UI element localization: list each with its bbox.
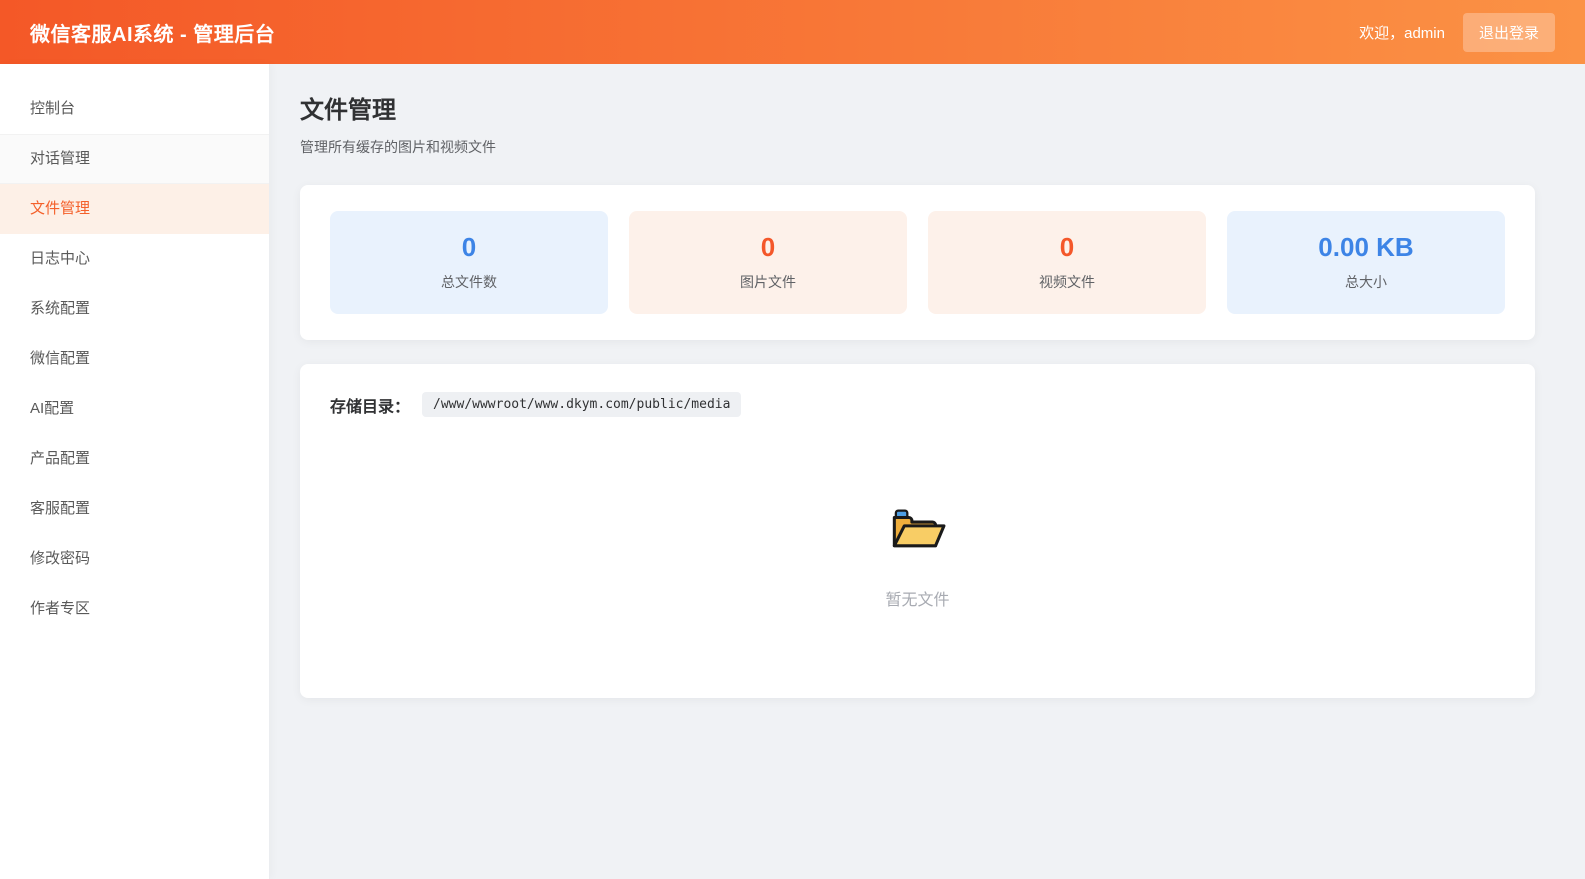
stats-card: 0 总文件数 0 图片文件 0 视频文件 0.00 KB 总大小 (300, 185, 1535, 340)
page-subtitle: 管理所有缓存的图片和视频文件 (300, 139, 496, 155)
stat-image-files: 0 图片文件 (629, 211, 907, 314)
empty-file-list: 暂无文件 (330, 417, 1505, 670)
app-title: 微信客服AI系统 - 管理后台 (30, 23, 276, 46)
sidebar-item-files[interactable]: 文件管理 (0, 184, 269, 234)
stat-image-files-value: 0 (760, 232, 776, 262)
sidebar-item-logs[interactable]: 日志中心 (0, 234, 269, 284)
stat-total-files: 0 总文件数 (330, 211, 608, 314)
sidebar-item-chat[interactable]: 对话管理 (0, 134, 269, 184)
stat-video-files-value: 0 (1059, 232, 1075, 262)
page-title: 文件管理 (300, 97, 396, 124)
stat-total-size-value: 0.00 KB (1318, 232, 1414, 262)
sidebar-item-dashboard[interactable]: 控制台 (0, 84, 269, 134)
stat-total-size-label: 总大小 (1345, 274, 1387, 290)
storage-directory-label: 存储目录： (330, 398, 411, 416)
stat-total-files-value: 0 (461, 232, 477, 262)
sidebar-item-product-config[interactable]: 产品配置 (0, 434, 269, 484)
app-header: 微信客服AI系统 - 管理后台 欢迎，admin 退出登录 (0, 0, 1585, 64)
welcome-text: 欢迎，admin (1359, 24, 1445, 42)
sidebar-item-password[interactable]: 修改密码 (0, 534, 269, 584)
stat-video-files-label: 视频文件 (1039, 274, 1095, 290)
stat-video-files: 0 视频文件 (928, 211, 1206, 314)
empty-file-text: 暂无文件 (885, 592, 950, 609)
stat-image-files-label: 图片文件 (740, 274, 796, 290)
open-folder-icon (892, 509, 945, 548)
stats-grid: 0 总文件数 0 图片文件 0 视频文件 0.00 KB 总大小 (330, 211, 1505, 314)
sidebar-item-author[interactable]: 作者专区 (0, 584, 269, 634)
main-content: 文件管理 管理所有缓存的图片和视频文件 0 总文件数 0 图片文件 0 视频文件… (270, 64, 1585, 879)
page-layout: 控制台 对话管理 文件管理 日志中心 系统配置 微信配置 AI配置 产品配置 客… (0, 64, 1585, 879)
stat-total-files-label: 总文件数 (441, 274, 497, 290)
sidebar-item-system-config[interactable]: 系统配置 (0, 284, 269, 334)
logout-button[interactable]: 退出登录 (1462, 12, 1555, 52)
sidebar-item-ai-config[interactable]: AI配置 (0, 384, 269, 434)
sidebar-nav: 控制台 对话管理 文件管理 日志中心 系统配置 微信配置 AI配置 产品配置 客… (0, 64, 270, 879)
header-user-area: 欢迎，admin 退出登录 (1359, 12, 1555, 52)
sidebar-item-service-config[interactable]: 客服配置 (0, 484, 269, 534)
storage-directory-row: 存储目录： /www/wwwroot/www.dkym.com/public/m… (330, 392, 1505, 417)
storage-directory-path: /www/wwwroot/www.dkym.com/public/media (422, 392, 742, 417)
files-card: 存储目录： /www/wwwroot/www.dkym.com/public/m… (300, 364, 1535, 698)
sidebar-item-wechat-config[interactable]: 微信配置 (0, 334, 269, 384)
stat-total-size: 0.00 KB 总大小 (1227, 211, 1505, 314)
